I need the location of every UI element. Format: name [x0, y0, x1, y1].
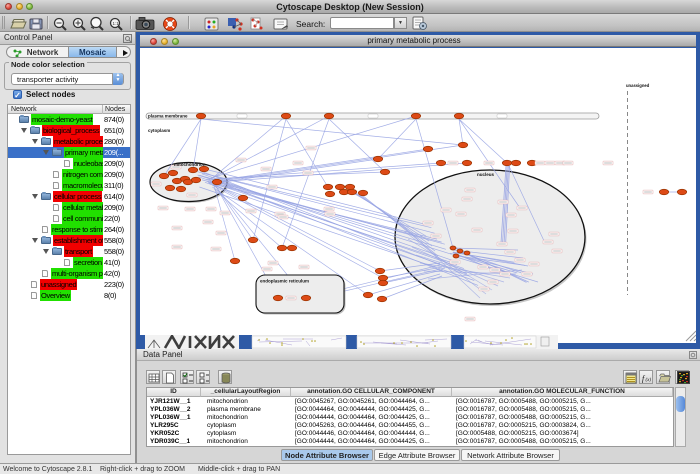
svg-text:endoplasmic reticulum: endoplasmic reticulum — [260, 279, 309, 284]
svg-text:unassigned: unassigned — [626, 83, 650, 88]
svg-text:1:1: 1:1 — [113, 21, 120, 26]
svg-text:nucleus: nucleus — [477, 172, 495, 177]
svg-text:cytoplasm: cytoplasm — [148, 128, 170, 133]
svg-text:(x): (x) — [645, 378, 651, 383]
svg-text:mitochondrion: mitochondrion — [174, 162, 206, 167]
svg-text:plasma membrane: plasma membrane — [148, 114, 188, 119]
